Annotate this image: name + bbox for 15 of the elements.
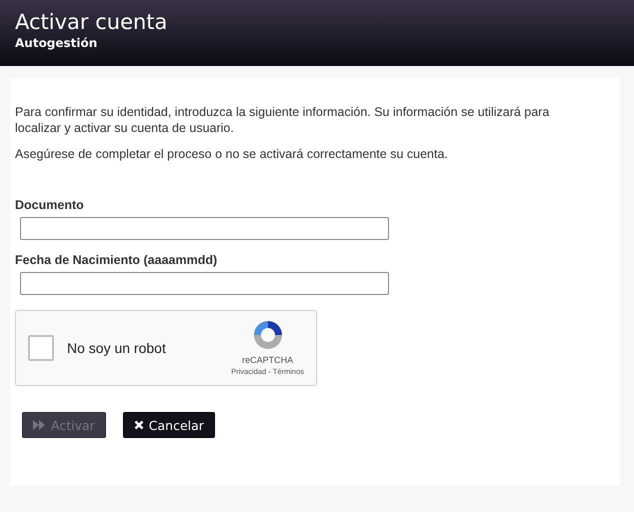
page-subtitle: Autogestión: [15, 35, 98, 51]
captcha-label: No soy un robot: [67, 340, 166, 356]
page-title: Activar cuenta: [15, 9, 168, 35]
field-label: Documento: [15, 198, 85, 212]
recaptcha-logo-icon: [252, 319, 284, 351]
input-field[interactable]: [20, 217, 389, 240]
fast-forward-icon: [33, 420, 46, 430]
captcha-brand: reCAPTCHA: [242, 355, 294, 365]
instruction-text: Para confirmar su identidad, introduzca la siguiente información. Su información se utilizará para localizar y activar su cuenta de usuario.: [15, 104, 550, 136]
close-icon: [134, 420, 144, 430]
input-field[interactable]: [20, 272, 389, 295]
checkbox[interactable]: [28, 335, 54, 361]
field-label: Fecha de Nacimiento (aaaammdd): [15, 253, 218, 267]
instruction-text: Asegúrese de completar el proceso o no se activará correctamente su cuenta.: [15, 146, 449, 162]
cancel-button[interactable]: Cancelar: [122, 412, 215, 438]
